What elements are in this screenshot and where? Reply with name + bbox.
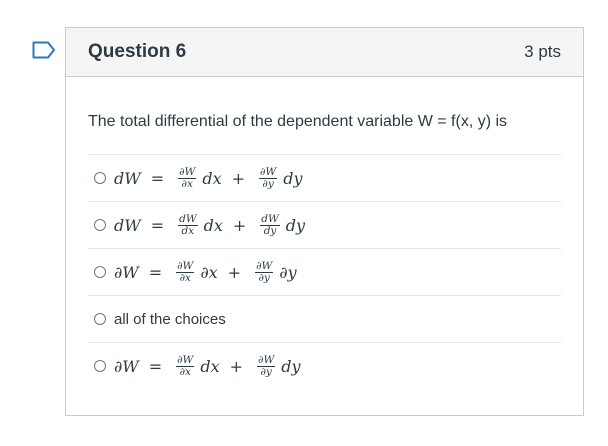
fraction: ∂W ∂y <box>259 165 278 190</box>
radio-button[interactable] <box>94 219 106 231</box>
formula-equals: = <box>148 262 163 282</box>
formula-lhs: ∂W <box>114 262 139 282</box>
answer-option-3[interactable]: ∂W = ∂W ∂x ∂x + ∂W ∂y ∂y <box>88 248 561 295</box>
question-header: Question 6 3 pts <box>66 28 583 77</box>
formula-term: dx <box>200 356 220 376</box>
formula-plus: + <box>229 356 244 376</box>
formula-lhs: dW <box>114 168 141 188</box>
formula-term: dy <box>283 168 303 188</box>
answer-formula: ∂W = ∂W ∂x ∂x + ∂W ∂y ∂y <box>114 259 297 284</box>
answer-option-2[interactable]: dW = dW dx dx + dW dy dy <box>88 201 561 248</box>
formula-term: dy <box>285 215 306 235</box>
fraction: ∂W ∂y <box>257 353 276 378</box>
fraction-denominator: ∂y <box>262 177 274 190</box>
formula-term: ∂x <box>200 262 218 282</box>
answer-formula: dW = dW dx dx + dW dy dy <box>114 212 306 237</box>
fraction-denominator: ∂y <box>258 271 270 284</box>
question-prompt: The total differential of the dependent … <box>88 113 508 130</box>
formula-term: dx <box>202 168 222 188</box>
answer-list: dW = ∂W ∂x dx + ∂W ∂y dy dW = dW dx dx +… <box>88 154 561 389</box>
formula-equals: = <box>150 168 165 188</box>
formula-equals: = <box>150 215 165 235</box>
formula-plus: + <box>232 215 247 235</box>
fraction: dW dy <box>260 212 280 237</box>
fraction-numerator: ∂W <box>259 165 278 179</box>
answer-option-5[interactable]: ∂W = ∂W ∂x dx + ∂W ∂y dy <box>88 342 561 389</box>
fraction: dW dx <box>178 212 198 237</box>
fraction: ∂W ∂x <box>178 165 197 190</box>
formula-term: ∂y <box>279 262 297 282</box>
formula-lhs: dW <box>114 215 141 235</box>
radio-button[interactable] <box>94 266 106 278</box>
formula-lhs: ∂W <box>114 356 139 376</box>
fraction-denominator: ∂x <box>181 177 193 190</box>
fraction-denominator: ∂x <box>179 365 191 378</box>
fraction: ∂W ∂x <box>176 353 195 378</box>
question-title: Question 6 <box>88 41 187 62</box>
answer-formula: dW = ∂W ∂x dx + ∂W ∂y dy <box>114 165 303 190</box>
fraction-denominator: ∂x <box>179 271 191 284</box>
question-points: 3 pts <box>524 42 561 61</box>
answer-option-4[interactable]: all of the choices <box>88 295 561 342</box>
formula-term: dy <box>281 356 301 376</box>
fraction-numerator: ∂W <box>255 259 274 273</box>
fraction-denominator: dx <box>181 224 195 237</box>
radio-button[interactable] <box>94 313 106 325</box>
radio-button[interactable] <box>94 172 106 184</box>
answer-formula: ∂W = ∂W ∂x dx + ∂W ∂y dy <box>114 353 301 378</box>
fraction-numerator: ∂W <box>176 259 195 273</box>
fraction-numerator: ∂W <box>257 353 276 367</box>
fraction-numerator: ∂W <box>176 353 195 367</box>
fraction-numerator: dW <box>260 212 280 226</box>
answer-label: all of the choices <box>114 310 226 328</box>
fraction-numerator: ∂W <box>178 165 197 179</box>
fraction: ∂W ∂x <box>176 259 195 284</box>
radio-button[interactable] <box>94 360 106 372</box>
formula-equals: = <box>148 356 163 376</box>
fraction-numerator: dW <box>178 212 198 226</box>
formula-term: dx <box>203 215 223 235</box>
question-body: The total differential of the dependent … <box>66 113 583 389</box>
fraction: ∂W ∂y <box>255 259 274 284</box>
fraction-denominator: dy <box>263 224 277 237</box>
formula-plus: + <box>227 262 242 282</box>
bookmark-flag-icon[interactable] <box>32 41 56 59</box>
answer-option-1[interactable]: dW = ∂W ∂x dx + ∂W ∂y dy <box>88 154 561 201</box>
fraction-denominator: ∂y <box>260 365 272 378</box>
question-card: Question 6 3 pts The total differential … <box>65 27 584 416</box>
formula-plus: + <box>231 168 245 188</box>
